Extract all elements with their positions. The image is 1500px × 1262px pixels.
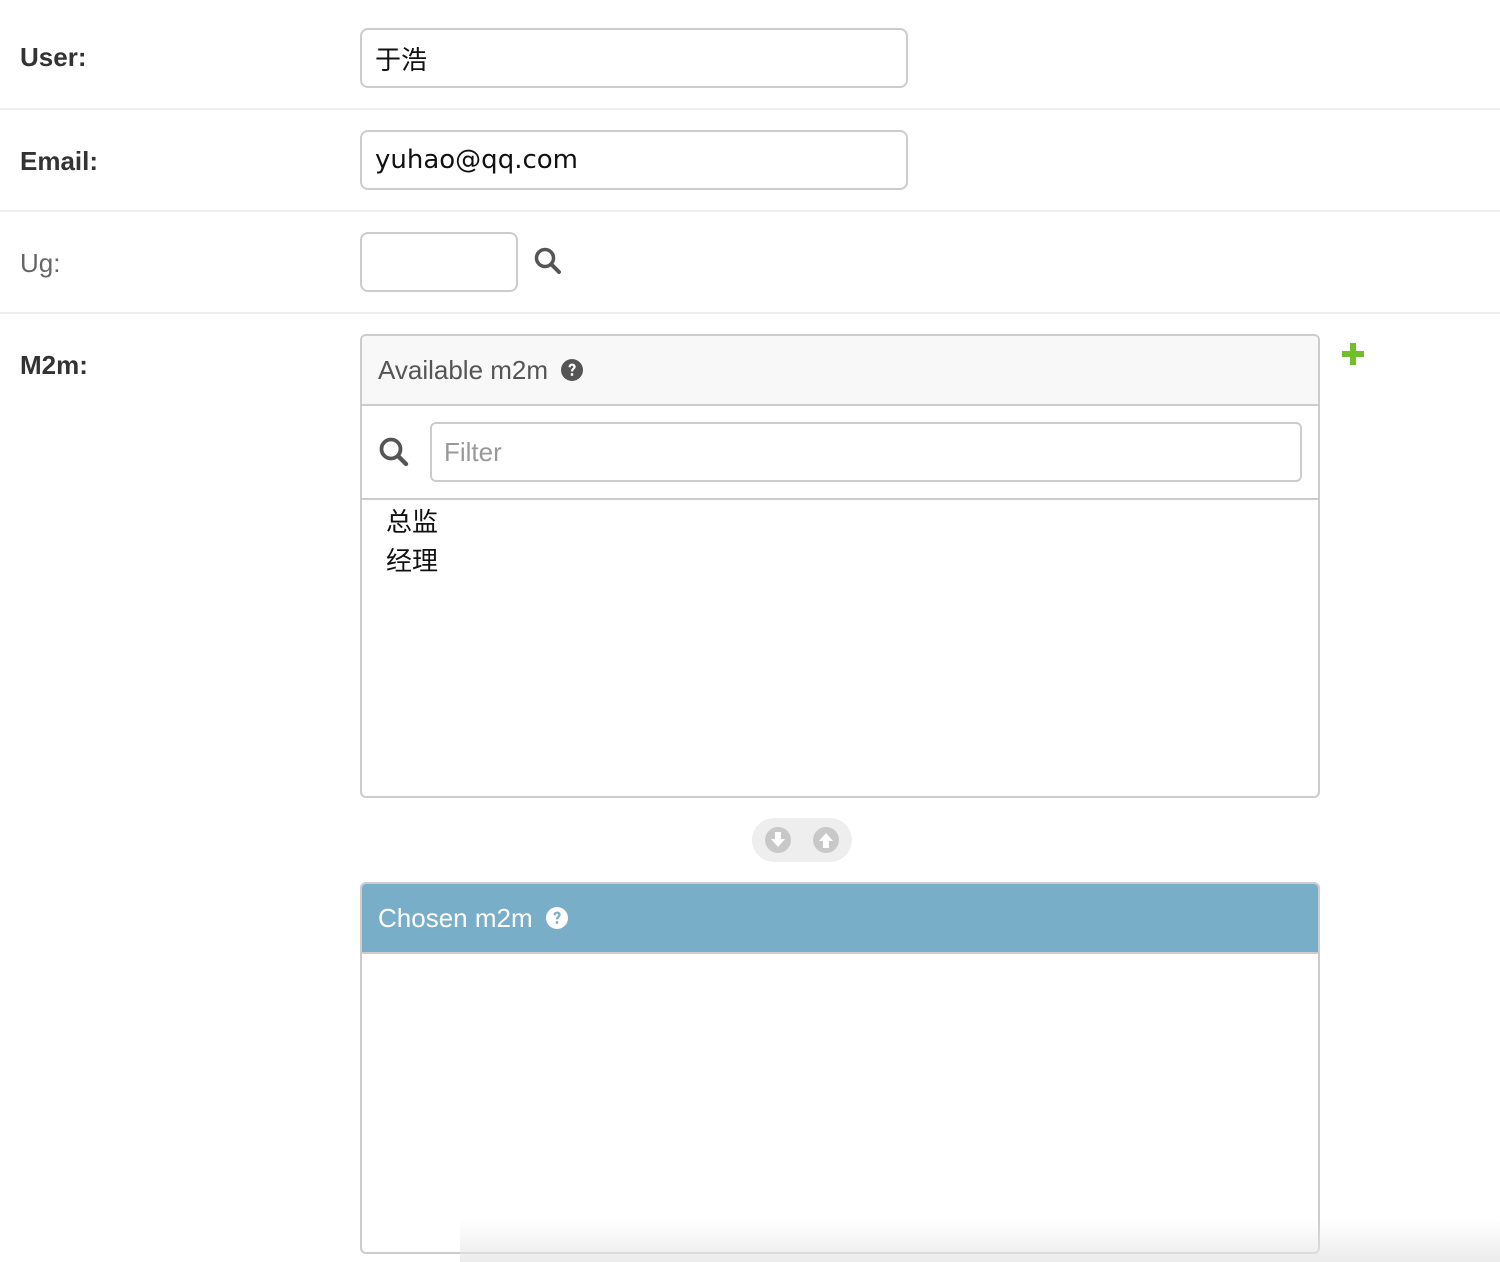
selector-chooser [752,818,852,862]
user-input[interactable]: 于浩 [360,28,908,88]
form-row-m2m: M2m: Available m2m Filter 总监 经理 Chosen m… [0,314,1500,1262]
ug-input[interactable] [360,232,518,292]
email-label: Email: [20,146,99,176]
chosen-selector: Chosen m2m [360,882,1320,1254]
available-title: Available m2m [378,354,549,385]
help-icon [545,907,568,929]
list-item[interactable]: 经理 [386,543,1294,582]
filter-row: Filter [362,406,1318,500]
chosen-header: Chosen m2m [362,884,1318,954]
list-item[interactable]: 总监 [386,504,1294,543]
search-icon [379,437,409,467]
form-row-email: Email: yuhao@qq.com [0,110,1500,212]
available-header: Available m2m [362,336,1318,406]
arrow-down-circle-icon[interactable] [764,826,792,854]
chosen-options-list[interactable] [362,954,1318,962]
form-row-user: User: 于浩 [0,0,1500,110]
plus-icon[interactable] [1341,342,1365,366]
form-row-ug: Ug: [0,212,1500,314]
user-label: User: [20,42,87,72]
available-selector: Available m2m Filter 总监 经理 [360,334,1320,798]
filter-input[interactable]: Filter [430,422,1302,482]
help-icon [561,359,584,381]
m2m-label: M2m: [20,350,88,380]
arrow-up-circle-icon[interactable] [812,826,840,854]
email-input[interactable]: yuhao@qq.com [360,130,908,190]
chosen-title: Chosen m2m [378,902,533,933]
ug-label: Ug: [20,248,61,278]
available-options-list[interactable]: 总监 经理 [362,500,1318,586]
search-icon[interactable] [533,246,563,276]
